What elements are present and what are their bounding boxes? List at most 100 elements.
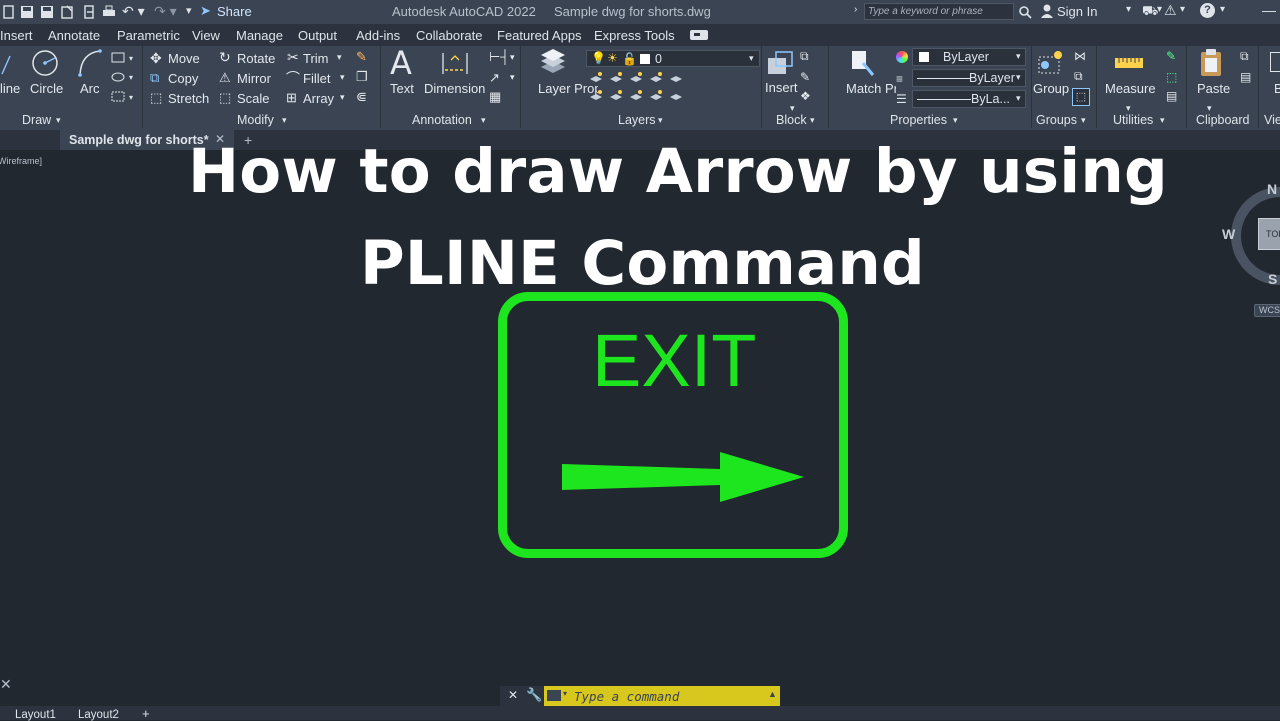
layer-tools-icons[interactable] — [588, 71, 688, 107]
layers-panel-label[interactable]: Layers — [618, 113, 656, 127]
annotation-panel-label[interactable]: Annotation — [412, 113, 472, 127]
groups-panel-label[interactable]: Groups — [1036, 113, 1077, 127]
search-box[interactable]: Type a keyword or phrase — [864, 3, 1014, 20]
redo-icon[interactable]: ↷ ▾ — [154, 3, 177, 20]
group-button[interactable]: Group — [1033, 81, 1069, 96]
viewport-controls[interactable]: Wireframe] — [0, 156, 42, 166]
save-as-icon[interactable] — [60, 5, 74, 19]
close-palette-icon[interactable]: ✕ — [0, 676, 12, 693]
tab-view[interactable]: View — [192, 28, 220, 43]
minimize-icon[interactable]: — — [1262, 2, 1276, 18]
command-history-icon[interactable] — [547, 690, 561, 701]
groups-expand-icon[interactable]: ▾ — [1081, 115, 1086, 126]
search-input[interactable]: Type a keyword or phrase — [868, 6, 983, 17]
copy-clip-icon[interactable]: ⧉ — [1240, 49, 1249, 64]
wcs-menu[interactable]: WCS — [1254, 304, 1280, 317]
tab-output[interactable]: Output — [298, 28, 337, 43]
rotate-button[interactable]: Rotate — [237, 51, 275, 66]
app-dropdown-icon[interactable]: ▾ — [1180, 4, 1185, 15]
search-expand-icon[interactable]: › — [854, 4, 857, 15]
fillet-dropdown-icon[interactable]: ▾ — [340, 72, 345, 83]
trim-button[interactable]: Trim — [303, 51, 329, 66]
view-panel-label[interactable]: Vie — [1264, 113, 1280, 127]
open-file-icon[interactable] — [20, 5, 34, 19]
layout1-tab[interactable]: Layout1 — [15, 709, 56, 721]
block-panel-label[interactable]: Block — [776, 113, 807, 127]
sign-in-dropdown-icon[interactable]: ▾ — [1126, 4, 1131, 15]
group-edit-icon[interactable]: ⧉ — [1074, 69, 1083, 84]
annotation-expand-icon[interactable]: ▾ — [481, 115, 486, 126]
scale-button[interactable]: Scale — [237, 91, 270, 106]
tab-collaborate[interactable]: Collaborate — [416, 28, 483, 43]
open-web-icon[interactable] — [82, 5, 96, 19]
array-dropdown-icon[interactable]: ▾ — [340, 92, 345, 103]
color-dropdown[interactable]: ByLayer ▾ — [912, 48, 1026, 66]
edit-block-icon[interactable]: ✎ — [800, 70, 810, 84]
select-all-icon[interactable]: ⬚ — [1166, 70, 1177, 84]
view-panel-icon[interactable] — [1270, 52, 1280, 72]
viewcube-face[interactable]: TOP — [1258, 218, 1280, 250]
text-button[interactable]: Text — [390, 81, 414, 96]
clipboard-panel-label[interactable]: Clipboard — [1196, 113, 1250, 127]
circle-button[interactable]: Circle — [30, 81, 63, 96]
lineweight-dropdown[interactable]: ByLa... ▾ — [912, 90, 1026, 108]
array-button[interactable]: Array — [303, 91, 334, 106]
ribbon-toggle-icon[interactable] — [690, 30, 708, 40]
linear-dim-icon[interactable]: ⊢┤ — [489, 49, 510, 65]
plot-icon[interactable] — [102, 5, 116, 19]
compass-south[interactable]: S — [1268, 271, 1277, 287]
customize-qat-icon[interactable]: ▾ — [186, 4, 192, 17]
compass-north[interactable]: N — [1267, 181, 1277, 197]
erase-icon[interactable]: ✎ — [356, 49, 367, 65]
modify-expand-icon[interactable]: ▾ — [282, 115, 287, 126]
cart-icon[interactable]: ⛟ — [1142, 3, 1158, 21]
tab-featured-apps[interactable]: Featured Apps — [497, 28, 582, 43]
new-file-icon[interactable] — [2, 5, 16, 19]
modify-panel-label[interactable]: Modify — [237, 113, 274, 127]
tab-add-ins[interactable]: Add-ins — [356, 28, 400, 43]
group-selection-icon[interactable]: ⬚ — [1072, 88, 1090, 106]
utilities-expand-icon[interactable]: ▾ — [1160, 115, 1165, 126]
tab-annotate[interactable]: Annotate — [48, 28, 100, 43]
offset-icon[interactable]: ⋐ — [356, 89, 367, 105]
block-expand-icon[interactable]: ▾ — [810, 115, 815, 126]
drawing-area[interactable]: Wireframe] How to draw Arrow by using PL… — [0, 136, 1280, 706]
trim-dropdown-icon[interactable]: ▾ — [337, 52, 342, 63]
linear-dim-dropdown-icon[interactable]: ▾ — [510, 52, 515, 63]
arc-button[interactable]: Arc — [80, 81, 100, 96]
properties-panel-label[interactable]: Properties — [890, 113, 947, 127]
save-icon[interactable] — [40, 5, 54, 19]
compass-west[interactable]: W — [1222, 226, 1235, 242]
undo-icon[interactable]: ↶ ▾ — [122, 3, 145, 20]
cart-dropdown-icon[interactable]: ▾ — [1157, 4, 1162, 15]
leader-dropdown-icon[interactable]: ▾ — [510, 72, 515, 83]
insert-button[interactable]: Insert — [765, 80, 798, 95]
draw-tools-icon[interactable]: ▾ ▾ ▾ — [110, 51, 136, 107]
quick-select-icon[interactable]: ✎ — [1166, 49, 1176, 63]
tab-parametric[interactable]: Parametric — [117, 28, 180, 43]
draw-panel-label[interactable]: Draw — [22, 113, 51, 127]
explode-icon[interactable]: ❐ — [356, 69, 368, 85]
fillet-button[interactable]: Fillet — [303, 71, 330, 86]
draw-expand-icon[interactable]: ▾ — [56, 115, 61, 126]
utilities-panel-label[interactable]: Utilities — [1113, 113, 1153, 127]
ungroup-icon[interactable]: ⋈ — [1074, 49, 1086, 63]
mirror-button[interactable]: Mirror — [237, 71, 271, 86]
properties-expand-icon[interactable]: ▾ — [953, 115, 958, 126]
command-expand-icon[interactable]: ▲ — [768, 689, 777, 699]
command-customize-icon[interactable]: 🔧 — [526, 687, 542, 703]
search-icon[interactable] — [1018, 5, 1032, 19]
cut-clip-icon[interactable]: ▤ — [1240, 70, 1251, 84]
paste-button[interactable]: Paste — [1197, 81, 1230, 96]
layer-dropdown[interactable]: 💡 ☀ 🔓 0 ▾ — [586, 50, 760, 67]
share-icon[interactable]: ➤ — [200, 3, 211, 19]
autodesk-app-icon[interactable]: ⚠ — [1164, 2, 1177, 19]
line-button[interactable]: line — [0, 81, 20, 96]
block-attributes-icon[interactable]: ❖ — [800, 89, 811, 103]
match-properties-button[interactable]: Match Properties — [846, 81, 896, 105]
user-icon[interactable] — [1040, 4, 1054, 19]
command-close-icon[interactable]: ✕ — [508, 688, 518, 702]
layers-expand-icon[interactable]: ▾ — [658, 115, 663, 126]
command-input[interactable]: ▾ Type a command ▲ — [544, 686, 780, 706]
color-wheel-icon[interactable] — [896, 51, 908, 63]
